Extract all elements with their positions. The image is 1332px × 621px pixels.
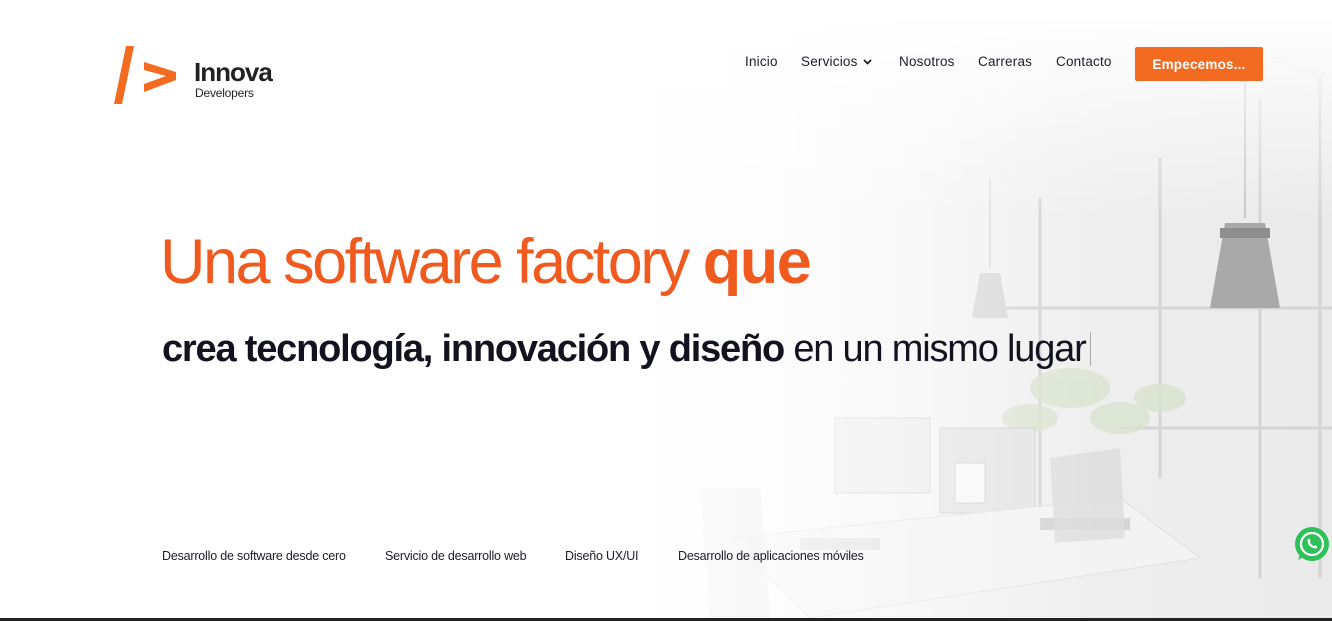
site-logo[interactable]: Innova Developers [112, 44, 292, 106]
service-link-uxui[interactable]: Diseño UX/UI [565, 549, 639, 563]
nav-item-inicio[interactable]: Inicio [745, 54, 778, 69]
hero-sub-bold: crea tecnología, innovación y diseño [162, 328, 785, 370]
service-link-software[interactable]: Desarrollo de software desde cero [162, 549, 346, 563]
empecemos-button[interactable]: Empecemos... [1135, 47, 1263, 81]
whatsapp-button[interactable] [1292, 524, 1332, 564]
nav-item-servicios[interactable]: Servicios [801, 54, 872, 69]
innova-logo-mark-icon [114, 46, 176, 104]
nav-item-contacto[interactable]: Contacto [1056, 54, 1112, 69]
service-link-web[interactable]: Servicio de desarrollo web [385, 549, 527, 563]
hero-sub-regular: en un mismo lugar [783, 328, 1086, 370]
whatsapp-icon [1295, 527, 1329, 561]
nav-item-carreras[interactable]: Carreras [978, 54, 1032, 69]
chevron-down-icon [862, 59, 872, 66]
brand-tagline: Developers [195, 86, 254, 100]
hero-subheadline: crea tecnología, innovación y diseño en … [162, 328, 1091, 371]
typing-caret [1089, 332, 1091, 366]
hero-headline-regular: Una software factory [160, 227, 703, 297]
nav-item-servicios-label: Servicios [801, 54, 858, 69]
hero-background-image [560, 18, 1332, 621]
brand-name: Innova [194, 57, 273, 87]
hero-headline: Una software factory que [160, 226, 812, 298]
hero-headline-bold: que [702, 227, 812, 297]
service-link-mobile[interactable]: Desarrollo de aplicaciones móviles [678, 549, 864, 563]
nav-item-nosotros[interactable]: Nosotros [899, 54, 955, 69]
